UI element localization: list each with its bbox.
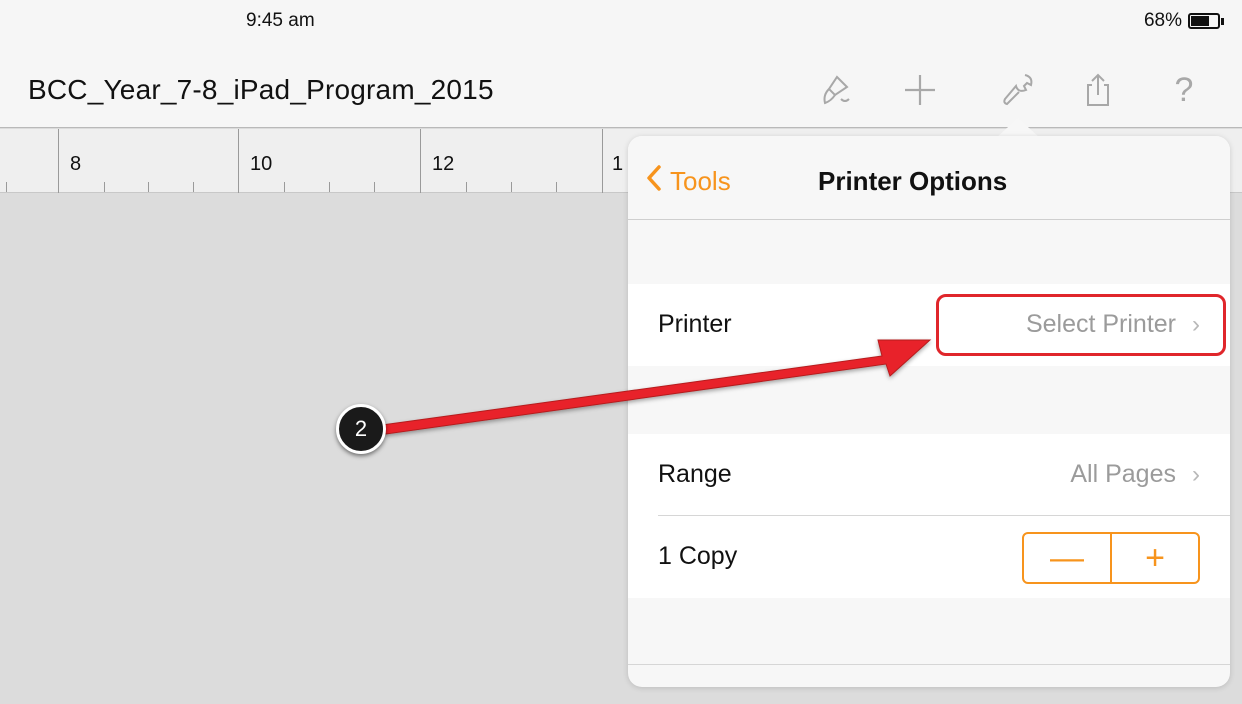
copies-row: 1 Copy — +: [628, 516, 1230, 598]
ruler-label: 1: [612, 153, 624, 175]
battery-percent: 68%: [1143, 10, 1182, 31]
ruler-label: 10: [250, 153, 273, 175]
battery-indicator: 68%: [1144, 10, 1224, 32]
step-callout: 2: [336, 404, 386, 454]
ruler-label: 8: [70, 153, 82, 175]
select-printer-button[interactable]: Select Printer ›: [1026, 310, 1200, 339]
printer-options-popover: Tools Printer Options Printer Select Pri…: [628, 136, 1230, 687]
chevron-right-icon: ›: [1192, 310, 1200, 338]
copies-label: 1 Copy: [658, 542, 738, 570]
ruler-label: 12: [432, 153, 455, 175]
battery-icon: [1188, 13, 1220, 29]
document-title: BCC_Year_7-8_iPad_Program_2015: [28, 74, 494, 105]
share-icon[interactable]: [1076, 68, 1120, 112]
divider: [628, 664, 1230, 665]
back-button[interactable]: Tools: [646, 164, 731, 199]
plus-icon[interactable]: [898, 68, 942, 112]
range-value-button[interactable]: All Pages ›: [1070, 460, 1200, 489]
range-label: Range: [658, 460, 732, 488]
status-bar: 9:45 am 68%: [0, 0, 1242, 44]
status-time: 9:45 am: [246, 10, 315, 31]
wrench-icon[interactable]: [996, 68, 1040, 112]
copies-stepper[interactable]: — +: [1022, 532, 1200, 584]
chevron-left-icon: [646, 164, 662, 199]
range-row[interactable]: Range All Pages ›: [628, 434, 1230, 516]
popover-title: Printer Options: [818, 166, 1008, 196]
select-printer-value: Select Printer: [1025, 310, 1176, 338]
popover-arrow: [996, 118, 1040, 138]
printer-row[interactable]: Printer Select Printer ›: [628, 284, 1230, 366]
popover-header: Tools Printer Options: [628, 136, 1230, 220]
printer-label: Printer: [658, 310, 732, 338]
help-icon[interactable]: ?: [1162, 68, 1206, 112]
increment-button[interactable]: +: [1110, 534, 1198, 582]
decrement-button[interactable]: —: [1024, 534, 1110, 582]
chevron-right-icon: ›: [1192, 460, 1200, 488]
paintbrush-icon[interactable]: [814, 68, 858, 112]
range-value: All Pages: [1070, 460, 1176, 488]
back-label: Tools: [670, 166, 731, 196]
document-toolbar: BCC_Year_7-8_iPad_Program_2015 ?: [0, 44, 1242, 128]
